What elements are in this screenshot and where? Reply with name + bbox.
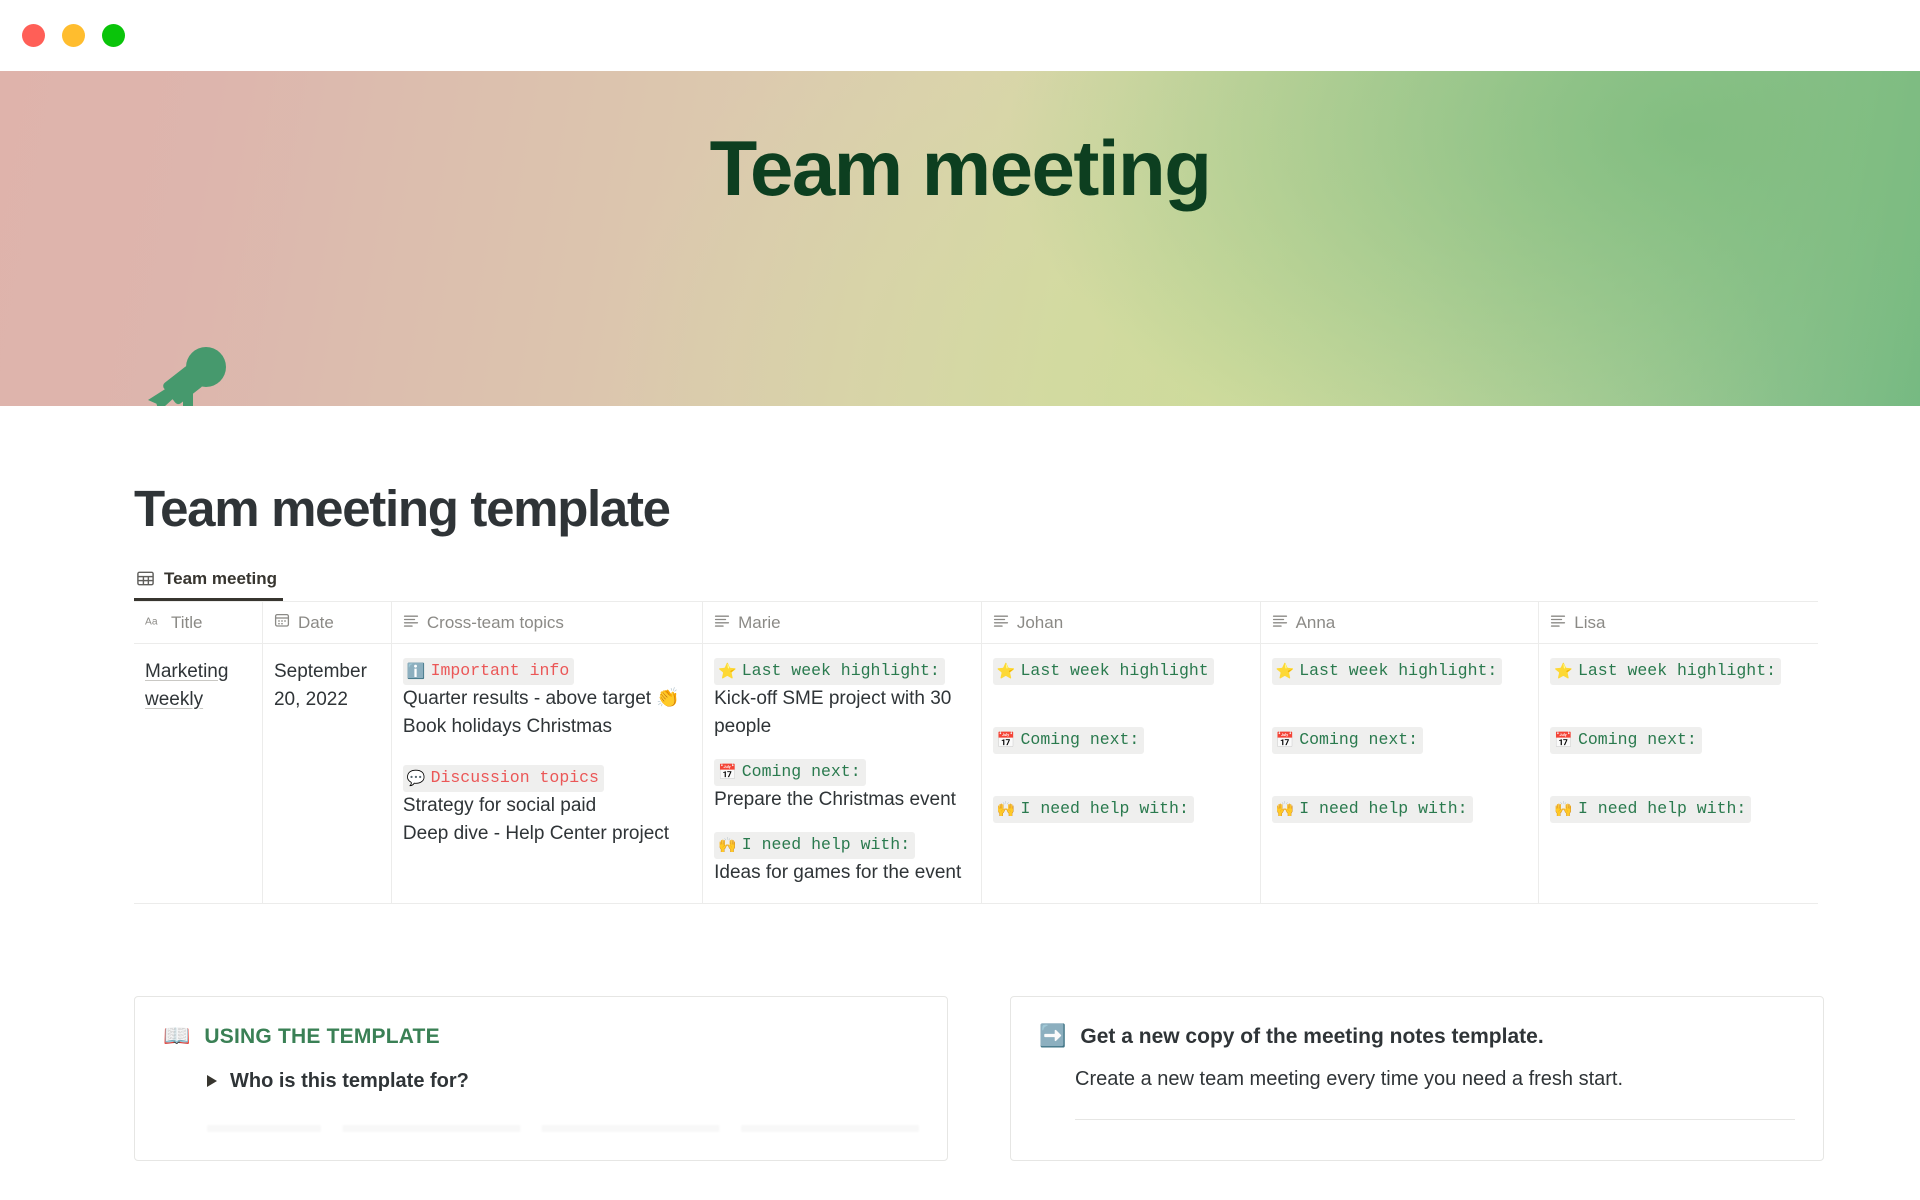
- window-titlebar: [0, 0, 1920, 71]
- chip-last-week-highlight: ⭐ Last week highlight: [992, 657, 1214, 685]
- chip-coming-next: 📅 Coming next:: [714, 758, 866, 786]
- cell-johan[interactable]: ⭐ Last week highlight 📅 Coming next: 🙌 I ne…: [982, 643, 1261, 903]
- open-book-icon: 📖: [163, 1023, 191, 1049]
- cell-lisa[interactable]: ⭐ Last week highlight: 📅 Coming next: 🙌 I n…: [1539, 644, 1818, 903]
- text-lines-icon: [1272, 613, 1288, 633]
- chip-last-week-highlight: ⭐ Last week highlight:: [1271, 657, 1503, 685]
- zoom-window-button[interactable]: [102, 24, 125, 47]
- speech-balloon-icon: 💬: [406, 768, 426, 787]
- cross-line-3: Strategy for social paid: [402, 794, 597, 816]
- info-icon: ℹ️: [406, 661, 426, 680]
- chevron-right-icon[interactable]: [207, 1074, 217, 1087]
- page-body: Team meeting template Team meeting Aa Ti…: [0, 482, 1920, 1161]
- text-lines-icon: [714, 613, 730, 633]
- table-row: Marketing weekly September 20, 2022 ℹ️ Im…: [134, 643, 1818, 903]
- row-date-value: September 20, 2022: [273, 660, 367, 710]
- marie-need-help-text: Ideas for games for the event: [714, 861, 962, 883]
- calendar-emoji-icon: 📅: [996, 730, 1016, 749]
- chip-last-week-highlight: ⭐ Last week highlight:: [714, 657, 945, 685]
- column-header-lisa[interactable]: Lisa: [1539, 602, 1818, 644]
- cross-line-2: Book holidays Christmas: [402, 715, 612, 737]
- text-lines-icon: [1550, 613, 1566, 633]
- star-icon: ⭐: [996, 661, 1016, 680]
- callout-right-subtitle: Create a new team meeting every time you…: [1075, 1067, 1624, 1090]
- row-title-link[interactable]: Marketing weekly: [145, 661, 228, 710]
- page-cover-banner: Team meeting learning hacks learninghack…: [0, 71, 1920, 406]
- minimize-window-button[interactable]: [62, 24, 85, 47]
- title-aa-icon: Aa: [145, 613, 163, 633]
- chip-need-help: 🙌 I need help with:: [714, 831, 916, 859]
- raised-hands-icon: 🙌: [718, 835, 737, 854]
- column-header-title[interactable]: Aa Title: [134, 601, 263, 644]
- column-header-label: Marie: [738, 612, 781, 632]
- cell-marie[interactable]: ⭐ Last week highlight: Kick-off SME proje…: [703, 643, 982, 903]
- chip-coming-next: 📅 Coming next:: [1550, 726, 1702, 754]
- column-header-date[interactable]: Date: [263, 601, 392, 644]
- raised-hands-icon: 🙌: [1275, 799, 1295, 818]
- column-header-marie[interactable]: Marie: [703, 601, 982, 644]
- arrow-right-icon: ➡️: [1039, 1023, 1067, 1049]
- column-header-label: Lisa: [1574, 612, 1606, 632]
- cut-off-content-placeholder: [207, 1124, 919, 1132]
- star-icon: ⭐: [1554, 661, 1573, 680]
- cross-line-4: Deep dive - Help Center project: [402, 822, 670, 844]
- column-header-label: Cross-team topics: [426, 612, 564, 632]
- callouts-section: 📖 USING THE TEMPLATE Who is this templat…: [134, 995, 1824, 1161]
- toggle-who-is-this-template-for[interactable]: Who is this template for?: [207, 1067, 919, 1095]
- cross-line-1: Quarter results - above target 👏: [402, 687, 681, 709]
- chip-need-help: 🙌 I need help with:: [992, 795, 1194, 823]
- close-window-button[interactable]: [22, 24, 45, 47]
- cell-anna[interactable]: ⭐ Last week highlight: 📅 Coming next: 🙌 I n…: [1261, 643, 1540, 903]
- tab-label: Team meeting: [164, 568, 278, 588]
- calendar-icon: [274, 612, 290, 633]
- chip-last-week-highlight: ⭐ Last week highlight:: [1550, 657, 1782, 685]
- microphone-icon: [148, 347, 226, 406]
- star-icon: ⭐: [1275, 661, 1295, 680]
- column-header-johan[interactable]: Johan: [982, 601, 1261, 644]
- callout-right-title: Get a new copy of the meeting notes temp…: [1080, 1024, 1544, 1048]
- column-header-label: Title: [171, 612, 203, 632]
- marie-coming-next-text: Prepare the Christmas event: [714, 788, 956, 810]
- database-view-tabs: Team meeting: [134, 569, 1824, 601]
- calendar-emoji-icon: 📅: [1554, 730, 1573, 749]
- svg-text:Aa: Aa: [145, 616, 158, 627]
- marie-highlight-text: Kick-off SME project with 30 people: [714, 687, 952, 737]
- column-header-cross-team-topics[interactable]: Cross-team topics: [392, 601, 704, 644]
- page-title: Team meeting template: [134, 480, 671, 537]
- database-table: Aa Title Date Cross-team topics Marie Jo…: [134, 600, 1818, 904]
- callout-using-the-template: 📖 USING THE TEMPLATE Who is this templat…: [134, 995, 948, 1161]
- table-icon: [136, 569, 155, 588]
- chip-discussion-topics: 💬 Discussion topics: [402, 764, 604, 792]
- callout-left-title: USING THE TEMPLATE: [204, 1024, 440, 1048]
- column-header-label: Johan: [1016, 612, 1064, 632]
- chip-need-help: 🙌 I need help with:: [1271, 795, 1473, 823]
- table-header-row: Aa Title Date Cross-team topics Marie Jo…: [134, 601, 1818, 644]
- cell-cross-team-topics[interactable]: ℹ️ Important info Quarter results - above…: [392, 643, 704, 903]
- star-icon: ⭐: [718, 661, 737, 680]
- callout-get-new-copy: ➡️ Get a new copy of the meeting notes t…: [1010, 995, 1824, 1161]
- chip-important-info: ℹ️ Important info: [402, 657, 575, 685]
- chip-coming-next: 📅 Coming next:: [992, 726, 1145, 754]
- text-lines-icon: [403, 613, 419, 633]
- column-header-anna[interactable]: Anna: [1261, 601, 1540, 644]
- calendar-emoji-icon: 📅: [718, 762, 737, 781]
- raised-hands-icon: 🙌: [996, 799, 1016, 818]
- cover-title: Team meeting: [709, 124, 1212, 212]
- calendar-emoji-icon: 📅: [1275, 730, 1295, 749]
- chip-coming-next: 📅 Coming next:: [1271, 726, 1424, 754]
- toggle-label: Who is this template for?: [230, 1069, 469, 1092]
- cell-date[interactable]: September 20, 2022: [263, 643, 392, 903]
- raised-hands-icon: 🙌: [1554, 799, 1573, 818]
- tab-team-meeting[interactable]: Team meeting: [134, 568, 284, 601]
- column-header-label: Anna: [1295, 612, 1336, 632]
- callout-divider: [1075, 1118, 1795, 1120]
- text-lines-icon: [993, 613, 1009, 633]
- column-header-label: Date: [297, 612, 334, 632]
- chip-need-help: 🙌 I need help with:: [1550, 795, 1752, 823]
- cell-title[interactable]: Marketing weekly: [134, 643, 263, 903]
